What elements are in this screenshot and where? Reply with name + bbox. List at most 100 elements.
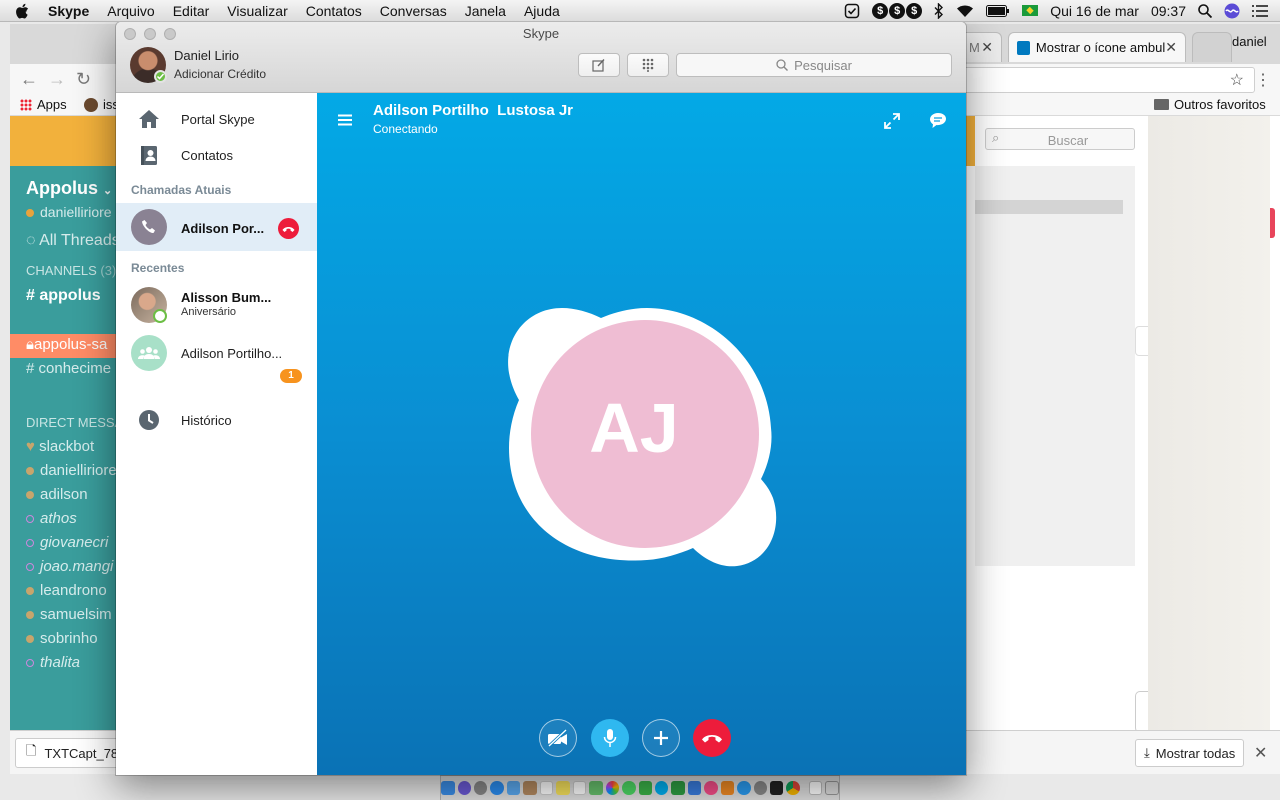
ibooks-icon[interactable] — [720, 781, 735, 795]
new-conversation-button[interactable] — [578, 53, 620, 77]
chrome-icon[interactable] — [786, 781, 800, 795]
bookmark-other-favorites[interactable]: Outros favoritos — [1154, 97, 1266, 112]
menu-contatos[interactable]: Contatos — [297, 3, 371, 19]
mute-button[interactable] — [591, 719, 629, 757]
check-shield-icon[interactable] — [844, 3, 860, 19]
slack-user[interactable]: danielliriore — [26, 204, 112, 220]
reminders-icon[interactable] — [572, 781, 587, 795]
back-icon[interactable]: ← — [20, 69, 38, 90]
channel-item[interactable]: # conhecime — [26, 360, 111, 377]
dm-item[interactable]: thalita — [26, 654, 80, 671]
dm-item[interactable]: samuelsim — [26, 606, 112, 623]
brazil-flag-icon[interactable] — [1022, 5, 1039, 16]
close-tab-icon[interactable]: ✕ — [1165, 39, 1177, 56]
nav-history[interactable]: Histórico — [116, 402, 317, 438]
show-all-downloads-button[interactable]: ⤓ Mostrar todas — [1135, 739, 1245, 767]
dial-pad-button[interactable] — [627, 53, 669, 77]
facetime-icon[interactable] — [638, 781, 652, 795]
profile-name[interactable]: daniel — [1232, 34, 1267, 49]
dm-item[interactable]: sobrinho — [26, 630, 98, 647]
spotlight-search-icon[interactable] — [1198, 3, 1212, 18]
dm-item[interactable]: danielliriore — [26, 462, 117, 479]
add-participant-button[interactable] — [642, 719, 680, 757]
slack-team-name[interactable]: Appolus ⌄ — [26, 178, 112, 199]
siri-icon[interactable] — [457, 781, 471, 795]
contacts-icon[interactable] — [523, 781, 537, 795]
photos-icon[interactable] — [605, 781, 620, 795]
calendar-icon[interactable] — [539, 781, 554, 795]
presence-dot — [26, 209, 34, 217]
recent-item[interactable]: Adilson Portilho... — [116, 335, 317, 383]
menu-dots-icon[interactable]: ⋮ — [1255, 70, 1271, 90]
dm-item[interactable]: joao.mangi — [26, 558, 113, 575]
notification-center-icon[interactable] — [1252, 4, 1268, 17]
menu-arquivo[interactable]: Arquivo — [98, 3, 163, 19]
menu-app-name[interactable]: Skype — [44, 3, 98, 19]
itunes-icon[interactable] — [704, 781, 718, 795]
direct-messages-header[interactable]: DIRECT MESSA — [26, 415, 123, 430]
chat-bubble-icon[interactable] — [929, 112, 947, 129]
close-downloads-icon[interactable]: ✕ — [1254, 743, 1267, 763]
apple-icon[interactable] — [0, 3, 44, 19]
profile-name[interactable]: Daniel Lirio — [174, 48, 239, 63]
slack-all-threads[interactable]: ◌ All Threads — [26, 232, 120, 250]
bookmark-apps[interactable]: Apps — [20, 97, 67, 112]
wifi-icon[interactable] — [956, 4, 974, 18]
download-item[interactable]: 🗋 TXTCapt_78 — [15, 738, 130, 768]
browser-tab-trello[interactable]: Mostrar o ícone ambul ✕ — [1008, 32, 1186, 62]
address-bar[interactable]: ☆ — [960, 67, 1255, 93]
new-tab-button[interactable] — [1192, 32, 1232, 62]
add-credit-link[interactable]: Adicionar Crédito — [174, 67, 266, 81]
terminal-icon[interactable] — [770, 781, 784, 795]
skype-icon[interactable] — [654, 781, 669, 795]
notes-icon[interactable] — [556, 781, 570, 795]
downloads-stack-icon[interactable] — [808, 781, 823, 795]
menu-icon[interactable] — [338, 114, 352, 126]
trash-icon[interactable] — [825, 781, 839, 795]
slack-search-input[interactable]: ⌕ Buscar — [985, 128, 1135, 150]
siri-icon[interactable] — [1224, 3, 1240, 19]
menu-ajuda[interactable]: Ajuda — [515, 3, 569, 19]
bookmark-star-icon[interactable]: ☆ — [1230, 70, 1244, 90]
launchpad-icon[interactable] — [473, 781, 488, 795]
nav-contacts[interactable]: Contatos — [116, 137, 317, 173]
messages-icon[interactable] — [622, 781, 636, 795]
close-tab-icon[interactable]: ✕ — [981, 39, 993, 56]
end-call-button[interactable] — [693, 719, 731, 757]
menu-editar[interactable]: Editar — [164, 3, 219, 19]
forward-icon[interactable]: → — [48, 69, 66, 90]
channel-item[interactable]: 🔒︎appolus-sa — [26, 336, 107, 353]
channels-header[interactable]: CHANNELS (3) — [26, 263, 116, 278]
clock-date[interactable]: Qui 16 de mar — [1050, 3, 1139, 19]
safari-icon[interactable] — [490, 781, 504, 795]
menu-conversas[interactable]: Conversas — [371, 3, 456, 19]
numbers-icon[interactable] — [671, 781, 685, 795]
dm-item[interactable]: athos — [26, 510, 77, 527]
keynote-icon[interactable] — [687, 781, 702, 795]
currency-icons[interactable]: $ $ $ — [872, 2, 923, 19]
dm-item[interactable]: giovanecri — [26, 534, 108, 551]
battery-icon[interactable] — [986, 4, 1010, 17]
fullscreen-icon[interactable] — [884, 113, 900, 129]
clock-time[interactable]: 09:37 — [1151, 3, 1186, 19]
dm-item[interactable]: leandrono — [26, 582, 107, 599]
finder-icon[interactable] — [441, 781, 455, 795]
bluetooth-icon[interactable] — [934, 2, 944, 19]
app-store-icon[interactable] — [737, 781, 751, 795]
maps-icon[interactable] — [589, 781, 603, 795]
dm-item[interactable]: adilson — [26, 486, 88, 503]
menu-janela[interactable]: Janela — [456, 3, 515, 19]
recent-item[interactable]: Alisson Bum... Aniversário — [116, 281, 317, 329]
channel-item[interactable]: # appolus — [26, 287, 101, 305]
end-call-small-button[interactable] — [278, 218, 299, 239]
system-preferences-icon[interactable] — [753, 781, 767, 795]
bookmark-iss[interactable]: iss — [84, 97, 119, 112]
mail-icon[interactable] — [506, 781, 521, 795]
nav-portal-skype[interactable]: Portal Skype — [116, 101, 317, 137]
video-toggle-button[interactable] — [539, 719, 577, 757]
menu-visualizar[interactable]: Visualizar — [218, 3, 296, 19]
dm-item[interactable]: ♥ slackbot — [26, 438, 94, 455]
skype-search-input[interactable]: Pesquisar — [676, 53, 952, 77]
reload-icon[interactable]: ↻ — [76, 69, 91, 90]
browser-tab[interactable]: M ✕ — [960, 32, 1002, 62]
